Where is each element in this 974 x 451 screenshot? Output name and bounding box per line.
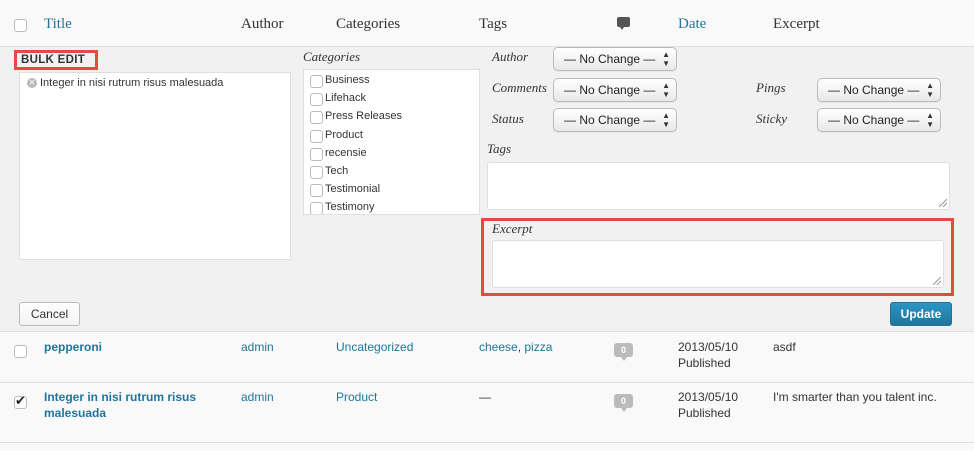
excerpt-textarea[interactable]	[492, 240, 944, 288]
category-checkbox[interactable]	[310, 111, 323, 124]
select-arrows-icon: ▲ ▼	[662, 111, 670, 129]
tags-cell: cheese, pizza	[479, 340, 552, 354]
category-link[interactable]: Uncategorized	[336, 340, 413, 354]
post-title-line: Integer in nisi rutrum risus	[44, 390, 197, 404]
remove-post-icon[interactable]: ✕	[27, 78, 37, 88]
post-status: Published	[678, 356, 731, 370]
author-label: Author	[492, 49, 529, 64]
bulk-edit-heading: BULK EDIT	[14, 50, 98, 70]
table-header: Title Author Categories Tags Date Excerp…	[0, 0, 974, 47]
post-date: 2013/05/10	[678, 390, 739, 404]
category-label: Testimony	[325, 201, 375, 213]
author-link[interactable]: admin	[241, 390, 274, 404]
tags-label: Tags	[487, 141, 512, 156]
sticky-select[interactable]: — No Change — ▲ ▼	[817, 108, 941, 132]
tags-cell: —	[479, 390, 491, 404]
column-title[interactable]: Title	[44, 16, 72, 33]
category-label: Tech	[325, 165, 349, 177]
select-arrows-icon: ▲ ▼	[662, 81, 670, 99]
category-checkbox[interactable]	[310, 202, 323, 214]
bulk-edit-post-list: ✕ Integer in nisi rutrum risus malesuada	[19, 72, 291, 260]
table-row: Integer in nisi rutrum risus malesuada a…	[0, 383, 974, 443]
tags-textarea[interactable]	[487, 162, 950, 210]
select-arrows-icon: ▲ ▼	[926, 111, 934, 129]
author-link[interactable]: admin	[241, 340, 274, 354]
categories-checklist[interactable]: Business Lifehack Press Releases Product…	[303, 69, 480, 215]
category-label: Press Releases	[325, 110, 403, 122]
post-date: 2013/05/10	[678, 340, 739, 354]
comments-select[interactable]: — No Change — ▲ ▼	[553, 78, 677, 102]
category-label: Lifehack	[325, 92, 366, 104]
status-select[interactable]: — No Change — ▲ ▼	[553, 108, 677, 132]
select-all-checkbox[interactable]	[14, 19, 27, 32]
author-select-value: — No Change —	[564, 52, 656, 66]
category-link[interactable]: Product	[336, 390, 377, 404]
category-checkbox[interactable]	[310, 184, 323, 197]
categories-label: Categories	[303, 49, 361, 64]
column-author: Author	[241, 16, 284, 32]
category-label: Product	[325, 129, 363, 141]
post-title-line: malesuada	[44, 406, 107, 420]
category-checkbox[interactable]	[310, 166, 323, 179]
column-date[interactable]: Date	[678, 16, 706, 33]
post-excerpt: asdf	[773, 340, 796, 354]
comments-label: Comments	[492, 80, 547, 95]
column-tags: Tags	[479, 16, 508, 32]
post-status: Published	[678, 406, 731, 420]
status-label: Status	[492, 111, 524, 126]
cancel-button[interactable]: Cancel	[19, 302, 80, 326]
category-label: recensie	[325, 147, 367, 159]
status-select-value: — No Change —	[564, 113, 656, 127]
sticky-label: Sticky	[756, 111, 788, 126]
category-checkbox[interactable]	[310, 130, 323, 143]
pings-select[interactable]: — No Change — ▲ ▼	[817, 78, 941, 102]
column-excerpt: Excerpt	[773, 16, 820, 32]
sticky-select-value: — No Change —	[828, 113, 920, 127]
comments-select-value: — No Change —	[564, 83, 656, 97]
post-title-link[interactable]: Integer in nisi rutrum risus malesuada	[44, 389, 196, 421]
row-checkbox[interactable]	[14, 345, 27, 358]
post-excerpt: I'm smarter than you talent inc.	[773, 390, 937, 404]
bulk-edit-panel: BULK EDIT ✕ Integer in nisi rutrum risus…	[0, 47, 974, 332]
tag-link[interactable]: pizza	[524, 340, 552, 354]
tag-link[interactable]: cheese	[479, 340, 518, 354]
comment-count-bubble[interactable]: 0	[614, 394, 633, 412]
category-checkbox[interactable]	[310, 93, 323, 106]
comments-column-icon	[617, 17, 630, 30]
category-label: Business	[325, 74, 370, 86]
excerpt-label: Excerpt	[492, 221, 533, 236]
resize-grip-icon[interactable]	[933, 277, 941, 285]
column-categories: Categories	[336, 16, 401, 32]
pings-select-value: — No Change —	[828, 83, 920, 97]
comment-count-bubble[interactable]: 0	[614, 343, 633, 361]
row-checkbox[interactable]	[14, 393, 27, 409]
category-checkbox[interactable]	[310, 75, 323, 88]
select-arrows-icon: ▲ ▼	[662, 50, 670, 68]
category-label: Testimonial	[325, 183, 381, 195]
table-row: pepperoni admin Uncategorized cheese, pi…	[0, 332, 974, 383]
pings-label: Pings	[756, 80, 786, 95]
select-arrows-icon: ▲ ▼	[926, 81, 934, 99]
update-button[interactable]: Update	[890, 302, 952, 326]
author-select[interactable]: — No Change — ▲ ▼	[553, 47, 677, 71]
bulk-edit-post-title: Integer in nisi rutrum risus malesuada	[40, 77, 224, 89]
category-checkbox[interactable]	[310, 148, 323, 161]
resize-grip-icon[interactable]	[939, 199, 947, 207]
post-title-link[interactable]: pepperoni	[44, 339, 102, 355]
